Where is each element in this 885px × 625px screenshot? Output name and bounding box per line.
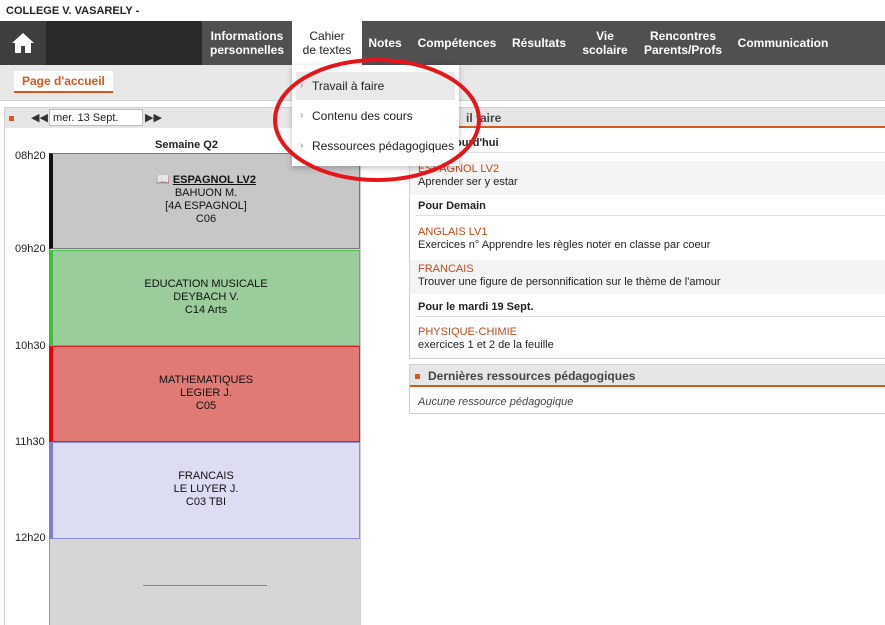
nav-label: Notes xyxy=(368,36,402,50)
course-group: [4A ESPAGNOL] xyxy=(165,200,247,212)
homework-title: il faire xyxy=(466,111,502,125)
main-nav: Informations personnelles Cahier de textes… xyxy=(0,21,885,65)
resources-empty-text: Aucune ressource pédagogique xyxy=(418,396,574,408)
nav-label: Résultats xyxy=(511,36,567,50)
panel-marker-icon xyxy=(415,374,420,379)
list-item[interactable]: PHYSIQUE-CHIMIE exercices 1 et 2 de la f… xyxy=(410,326,885,358)
course-teacher: LEGIER J. xyxy=(180,387,232,399)
timetable-panel: ◀◀ ▶▶ Semaine Q2 08h20 09h20 10h30 11h30… xyxy=(4,107,361,625)
course-subject: ESPAGNOL LV2 xyxy=(172,174,256,186)
task-desc: Trouver une figure de personnification s… xyxy=(418,276,721,288)
homework-panel: il faire ourd'hui ESPAGNOL LV2 Aprender … xyxy=(409,107,885,359)
menu-item-label: Contenu des cours xyxy=(312,109,413,123)
nav-label: personnelles xyxy=(209,43,285,57)
chevron-right-icon: › xyxy=(300,110,304,121)
course-teacher: BAHUON M. xyxy=(174,187,238,199)
task-subject: PHYSIQUE-CHIMIE xyxy=(418,326,518,338)
course-block[interactable]: MATHEMATIQUES LEGIER J. C05 xyxy=(49,346,360,442)
task-subject: FRANCAIS xyxy=(418,263,474,275)
resources-panel: Dernières ressources pédagogiques Aucune… xyxy=(409,364,885,414)
task-desc: Aprender ser y estar xyxy=(418,176,518,188)
course-room: C14 Arts xyxy=(184,304,228,316)
course-teacher: DEYBACH V. xyxy=(173,291,239,303)
nav-label: Rencontres xyxy=(649,29,717,43)
nav-label: scolaire xyxy=(582,43,628,57)
school-name: COLLEGE V. VASARELY - xyxy=(6,5,140,17)
time-label: 08h20 xyxy=(15,150,46,162)
nav-label: Parents/Profs xyxy=(643,43,723,57)
chevron-right-icon: › xyxy=(300,80,304,91)
previous-day-icon[interactable]: ◀◀ xyxy=(31,111,48,124)
menu-item-contenu-des-cours[interactable]: › Contenu des cours xyxy=(296,102,455,130)
time-label: 09h20 xyxy=(15,243,46,255)
section-tomorrow: Pour Demain xyxy=(418,200,486,212)
section-today: ourd'hui xyxy=(455,137,499,149)
nav-logo-block xyxy=(46,21,202,65)
nav-item-communication[interactable]: Communication xyxy=(732,21,834,65)
divider xyxy=(416,215,885,216)
resources-title: Dernières ressources pédagogiques xyxy=(428,369,636,383)
list-item[interactable]: FRANCAIS Trouver une figure de personnif… xyxy=(410,260,885,294)
task-desc: exercices 1 et 2 de la feuille xyxy=(418,339,554,351)
course-block[interactable]: EDUCATION MUSICALE DEYBACH V. C14 Arts xyxy=(49,250,360,346)
school-bar: COLLEGE V. VASARELY - xyxy=(0,0,885,21)
book-icon: 📖 xyxy=(156,174,170,186)
task-subject: ANGLAIS LV1 xyxy=(418,226,488,238)
week-label: Semaine Q2 xyxy=(155,139,218,151)
course-room: C05 xyxy=(195,400,217,412)
home-icon xyxy=(12,33,34,53)
course-block[interactable]: FRANCAIS LE LUYER J. C03 TBI xyxy=(49,442,360,539)
section-tuesday: Pour le mardi 19 Sept. xyxy=(418,301,534,313)
menu-item-ressources-pedagogiques[interactable]: › Ressources pédagogiques xyxy=(296,132,455,160)
menu-item-label: Travail à faire xyxy=(312,79,385,93)
course-room: C06 xyxy=(195,213,217,225)
list-item[interactable]: ESPAGNOL LV2 Aprender ser y estar xyxy=(410,161,885,195)
task-subject: ESPAGNOL LV2 xyxy=(418,163,500,175)
course-subject: EDUCATION MUSICALE xyxy=(144,278,268,290)
home-button[interactable] xyxy=(0,21,46,65)
nav-label: Communication xyxy=(737,36,829,50)
panel-marker-icon xyxy=(9,116,14,121)
app-root: COLLEGE V. VASARELY - Informations person… xyxy=(0,0,885,625)
course-teacher: LE LUYER J. xyxy=(173,483,239,495)
lunch-break-line xyxy=(143,585,267,586)
nav-label: Compétences xyxy=(417,36,497,50)
tab-page-accueil[interactable]: Page d'accueil xyxy=(14,71,113,93)
nav-item-notes[interactable]: Notes xyxy=(364,21,406,65)
course-block[interactable]: 📖 ESPAGNOL LV2 BAHUON M. [4A ESPAGNOL] C… xyxy=(49,153,360,249)
course-subject: MATHEMATIQUES xyxy=(158,374,254,386)
divider xyxy=(416,152,885,153)
nav-item-vie-scolaire[interactable]: Vie scolaire xyxy=(576,21,634,65)
homework-header: il faire xyxy=(410,108,885,128)
list-item[interactable]: ANGLAIS LV1 Exercices n° Apprendre les r… xyxy=(410,225,885,259)
nav-item-cahier-de-textes[interactable]: Cahier de textes xyxy=(292,21,362,65)
nav-item-competences[interactable]: Compétences xyxy=(412,21,502,65)
cahier-dropdown-menu: › Travail à faire › Contenu des cours › … xyxy=(292,65,459,166)
menu-item-travail-a-faire[interactable]: › Travail à faire xyxy=(296,72,455,100)
nav-item-resultats[interactable]: Résultats xyxy=(506,21,572,65)
nav-item-rencontres[interactable]: Rencontres Parents/Profs xyxy=(638,21,728,65)
task-desc: Exercices n° Apprendre les règles noter … xyxy=(418,239,711,251)
nav-label: Informations xyxy=(210,29,284,43)
divider xyxy=(416,316,885,317)
nav-label: Cahier xyxy=(309,29,345,43)
time-label: 11h30 xyxy=(15,436,45,448)
nav-label: Vie xyxy=(596,29,614,43)
next-day-icon[interactable]: ▶▶ xyxy=(145,111,162,124)
date-field[interactable] xyxy=(49,109,143,126)
menu-item-label: Ressources pédagogiques xyxy=(312,139,455,153)
time-label: 10h30 xyxy=(15,340,46,352)
nav-label: de textes xyxy=(302,43,352,57)
course-subject: FRANCAIS xyxy=(178,470,234,482)
time-label: 12h20 xyxy=(15,532,46,544)
nav-item-informations[interactable]: Informations personnelles xyxy=(202,21,292,65)
resources-header: Dernières ressources pédagogiques xyxy=(410,365,885,387)
course-room: C03 TBI xyxy=(185,496,227,508)
chevron-right-icon: › xyxy=(300,140,304,151)
